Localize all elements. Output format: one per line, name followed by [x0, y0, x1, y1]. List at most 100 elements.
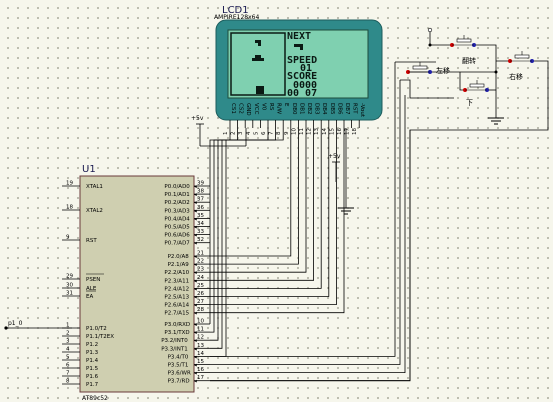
lcd-pin-label: DB6 [336, 103, 342, 115]
mcu-pin-name: P3.5/T1 [168, 363, 189, 369]
lcd-pin-label: R/W [276, 103, 282, 115]
mcu-pin-name: P2.6/A14 [164, 303, 189, 309]
mcu-pin-number: 8 [66, 379, 70, 385]
lcd-pin-number: 2 [231, 132, 237, 136]
lcd-pin-label: RS [268, 103, 274, 111]
tetromino-block [252, 58, 264, 61]
mcu-pin-number: 13 [197, 343, 204, 349]
mcu-pin-name: XTAL1 [86, 184, 103, 190]
mcu-pin-name: P1.6 [86, 374, 99, 380]
mcu-pin-name: P0.6/AD6 [164, 233, 190, 239]
mcu-pin-name: P1.3 [86, 350, 99, 356]
net-label-p10: p1_0 [8, 320, 23, 327]
stacked-block [256, 86, 264, 94]
svg-text:◂: ◂ [194, 379, 197, 385]
mcu-pin-number: 15 [197, 359, 204, 365]
mcu-pin-number: 16 [197, 367, 204, 373]
button-left[interactable] [406, 62, 432, 74]
button-label-right: 右移 [509, 72, 523, 81]
mcu-pin-number: 18 [66, 205, 73, 211]
mcu-pin-number: 26 [197, 291, 204, 297]
mcu-chip[interactable]: 19XTAL118XTAL29RST29PSEN30ALE31EA1P1.0/T… [62, 175, 210, 393]
mcu-pin-name: XTAL2 [86, 208, 103, 214]
mcu-pin-number: 11 [197, 327, 204, 333]
mcu-pin-number: 10 [197, 319, 204, 325]
mcu-pin-number: 39 [197, 181, 204, 187]
mcu-pin-number: 23 [197, 267, 204, 273]
lcd-pin-label: DB1 [298, 103, 304, 115]
mcu-pin-number: 25 [197, 283, 204, 289]
button-right[interactable] [508, 51, 534, 63]
lcd-pin-number: 11 [299, 128, 305, 135]
mcu-pin-name: P2.4/A12 [164, 286, 189, 292]
mcu-pin-number: 7 [66, 371, 70, 377]
lcd-pin-number: 6 [261, 131, 267, 135]
lcd-module[interactable]: NEXT SPEED 01 SCORE 0000 00 07 CS11CS22G… [215, 19, 383, 136]
p1-0-net: p1_0 [4, 320, 72, 330]
lcd-pin-label: VCC [253, 103, 259, 115]
mcu-pin-name: P3.0/RXD [164, 322, 190, 328]
mcu-pin-number: 24 [197, 275, 204, 281]
mcu-pin-name: P1.4 [86, 358, 99, 364]
mcu-pin-name: P2.7/A15 [164, 311, 189, 317]
mcu-pin-name: P2.2/A10 [164, 270, 189, 276]
mcu-pin-number: 33 [197, 229, 204, 235]
mcu-pin-number: 6 [66, 363, 70, 369]
lcd-pin-label: V0 [260, 103, 266, 111]
button-label-down: 下 [466, 99, 473, 107]
lcd-pin-label: CS2 [238, 103, 244, 114]
svg-text:◂: ◂ [194, 311, 197, 317]
lcd-pin-number: 10 [291, 128, 297, 135]
lcd-pin-label: DB2 [306, 103, 312, 115]
mcu-pin-number: 12 [197, 335, 204, 341]
mcu-pin-name: P0.3/AD3 [164, 208, 190, 214]
lcd-pin-number: 18 [352, 128, 358, 135]
mcu-pin-name: P0.5/AD5 [164, 225, 190, 231]
mcu-pin-name: P2.5/A13 [164, 295, 189, 301]
mcu-pin-name: P2.3/A11 [164, 278, 189, 284]
mcu-pin-name: P1.1/T2EX [86, 334, 114, 340]
mcu-pin-name: P3.1/TXD [164, 330, 189, 336]
lcd-pin-number: 4 [246, 131, 252, 135]
vee-supply: +5v [328, 128, 354, 215]
mcu-pin-name: P2.0/A8 [168, 254, 190, 260]
mcu-pin-name: P3.7/RD [168, 379, 190, 385]
lcd-pin-number: 1 [223, 132, 229, 136]
lcd-pin-label: DB3 [314, 103, 320, 115]
mcu-part: AT89c52 [82, 395, 108, 402]
button-rotate[interactable] [450, 35, 476, 47]
mcu-pin-name: PSEN [86, 277, 100, 283]
button-label-left: 左移 [436, 66, 450, 75]
mcu-pin-name: P1.7 [86, 382, 99, 388]
mcu-pin-number: 31 [66, 291, 73, 297]
button-down[interactable] [463, 80, 489, 92]
mcu-pin-name: P3.4/T0 [168, 354, 189, 360]
lcd-pin-label: -Vout [359, 103, 365, 118]
schematic-canvas[interactable]: NEXT SPEED 01 SCORE 0000 00 07 CS11CS22G… [0, 0, 553, 402]
lcd-pin-number: 9 [284, 131, 290, 135]
lcd-pin-label: DB5 [329, 103, 335, 115]
mcu-right-pins: 39 P0.0/AD0 ◂ 38 P0.1/AD1 ◂ 37 P0.2/AD2 ◂ 36 P0.3/… [161, 181, 210, 385]
supply-label-lcd: +5v [191, 115, 204, 122]
mcu-pin-number: 2 [66, 331, 70, 337]
mcu-pin-name: P3.3/INT1 [161, 346, 188, 352]
mcu-pin-number: 3 [66, 339, 70, 345]
lcd-line-level: 00 07 [287, 88, 317, 99]
lcd-pin-label: RST [352, 103, 358, 114]
mcu-pin-name: P1.5 [86, 366, 99, 372]
mcu-pin-number: 32 [197, 237, 204, 243]
lcd-pin-number: 17 [345, 128, 351, 135]
mcu-pin-number: 17 [197, 375, 204, 381]
lcd-pin-number: 12 [307, 128, 313, 135]
svg-text:◂: ◂ [194, 241, 197, 247]
mcu-pin-number: 4 [66, 347, 70, 353]
mcu-pin-name: P2.1/A9 [168, 262, 190, 268]
mcu-pin-number: 38 [197, 189, 204, 195]
mcu-pin-name: P3.2/INT0 [161, 338, 188, 344]
lcd-pin-label: DB4 [321, 103, 327, 115]
mcu-pin-number: 30 [66, 283, 73, 289]
mcu-pin-name: P0.2/AD2 [164, 200, 189, 206]
button-label-rotate: 翻转 [462, 56, 476, 65]
supply-label-vee: +5v [328, 153, 341, 160]
lcd-pin-number: 7 [269, 131, 275, 135]
